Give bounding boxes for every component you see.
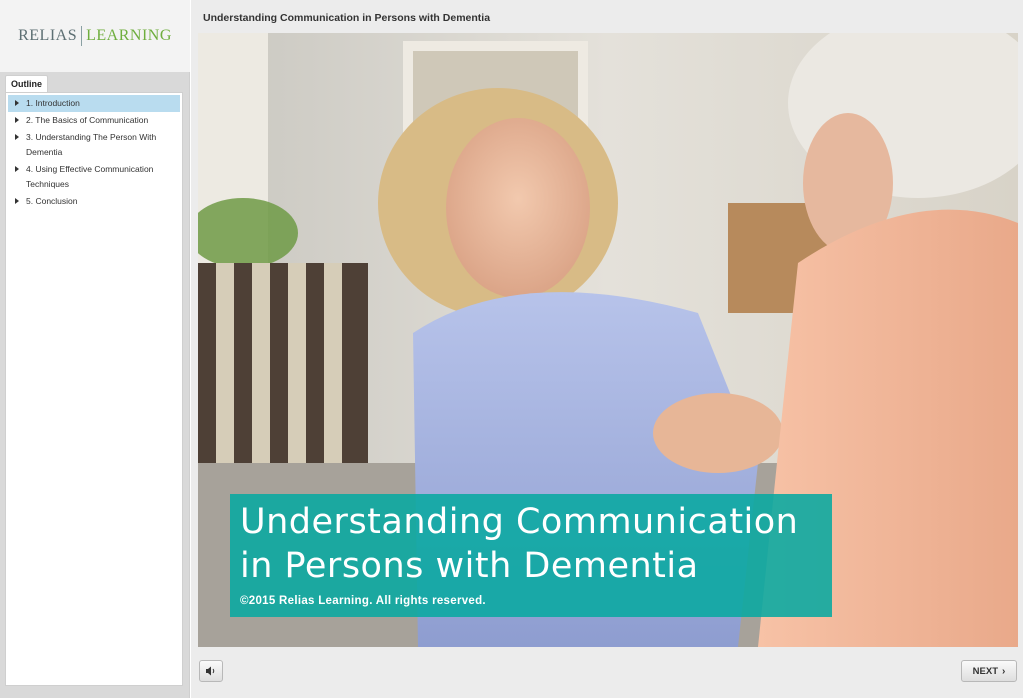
slide-title-box: Understanding Communication in Persons w… (230, 494, 832, 617)
expand-triangle-icon[interactable] (15, 166, 19, 172)
expand-triangle-icon[interactable] (15, 198, 19, 204)
outline-item-label: 2. The Basics of Communication (26, 115, 149, 125)
outline-item-label: 4. Using Effective Communication Techniq… (26, 164, 154, 189)
outline-item-introduction[interactable]: 1. Introduction (8, 95, 180, 112)
logo-relias: RELIAS (18, 27, 78, 44)
outline-tab[interactable]: Outline (5, 75, 48, 93)
outline-item-label: 1. Introduction (26, 98, 80, 108)
speaker-icon (206, 666, 215, 676)
relias-logo: RELIAS LEARNING (18, 26, 172, 46)
logo-learning: LEARNING (86, 27, 172, 44)
next-button[interactable]: NEXT › (961, 660, 1017, 682)
main-content: Understanding Communication in Persons w… (191, 0, 1023, 698)
slide-title-line-2: in Persons with Dementia (240, 546, 699, 586)
outline-panel: 1. Introduction 2. The Basics of Communi… (5, 92, 183, 686)
expand-triangle-icon[interactable] (15, 134, 19, 140)
next-button-label: NEXT (972, 665, 998, 677)
slide-stage: Understanding Communication in Persons w… (198, 33, 1018, 647)
course-title: Understanding Communication in Persons w… (203, 12, 491, 24)
outline-list: 1. Introduction 2. The Basics of Communi… (6, 93, 182, 210)
expand-triangle-icon[interactable] (15, 117, 19, 123)
audio-toggle-button[interactable] (199, 660, 223, 682)
outline-item-effective-communication[interactable]: 4. Using Effective Communication Techniq… (8, 161, 180, 193)
outline-item-label: 3. Understanding The Person With Dementi… (26, 132, 157, 157)
logo-divider (81, 26, 83, 46)
outline-item-label: 5. Conclusion (26, 196, 78, 206)
slide-title-line-1: Understanding Communication (240, 502, 799, 542)
slide-copyright: ©2015 Relias Learning. All rights reserv… (240, 595, 486, 607)
outline-item-basics-of-communication[interactable]: 2. The Basics of Communication (8, 112, 180, 129)
logo-area: RELIAS LEARNING (0, 0, 190, 72)
expand-triangle-icon[interactable] (15, 100, 19, 106)
outline-item-understanding-the-person[interactable]: 3. Understanding The Person With Dementi… (8, 129, 180, 161)
chevron-right-icon: › (1002, 665, 1006, 677)
outline-item-conclusion[interactable]: 5. Conclusion (8, 193, 180, 210)
sidebar: RELIAS LEARNING Outline 1. Introduction … (0, 0, 190, 698)
